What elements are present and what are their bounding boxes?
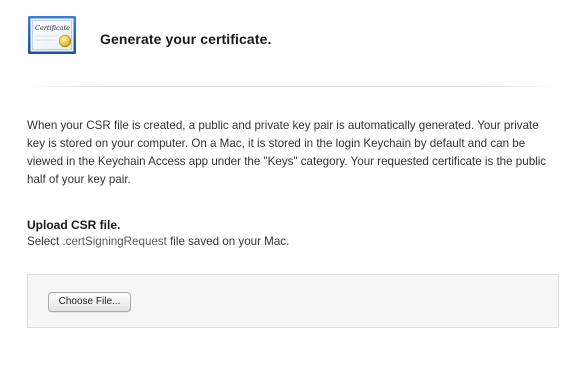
- choose-file-button[interactable]: Choose File...: [48, 292, 131, 312]
- upload-instruction: Select .certSigningRequest file saved on…: [27, 235, 289, 248]
- upload-heading: Upload CSR file.: [27, 218, 121, 232]
- divider: [27, 86, 557, 87]
- certificate-icon: Certificate: [28, 16, 76, 54]
- certificate-icon-label: Certificate: [35, 24, 70, 32]
- header: Certificate Generate your certificate.: [0, 0, 580, 82]
- page-title: Generate your certificate.: [100, 31, 272, 47]
- file-extension: .certSigningRequest: [62, 235, 167, 248]
- upload-box: Choose File...: [27, 274, 559, 328]
- upload-instruction-prefix: Select: [27, 235, 63, 248]
- upload-instruction-suffix: file saved on your Mac.: [166, 235, 290, 248]
- description-text: When your CSR file is created, a public …: [27, 119, 547, 186]
